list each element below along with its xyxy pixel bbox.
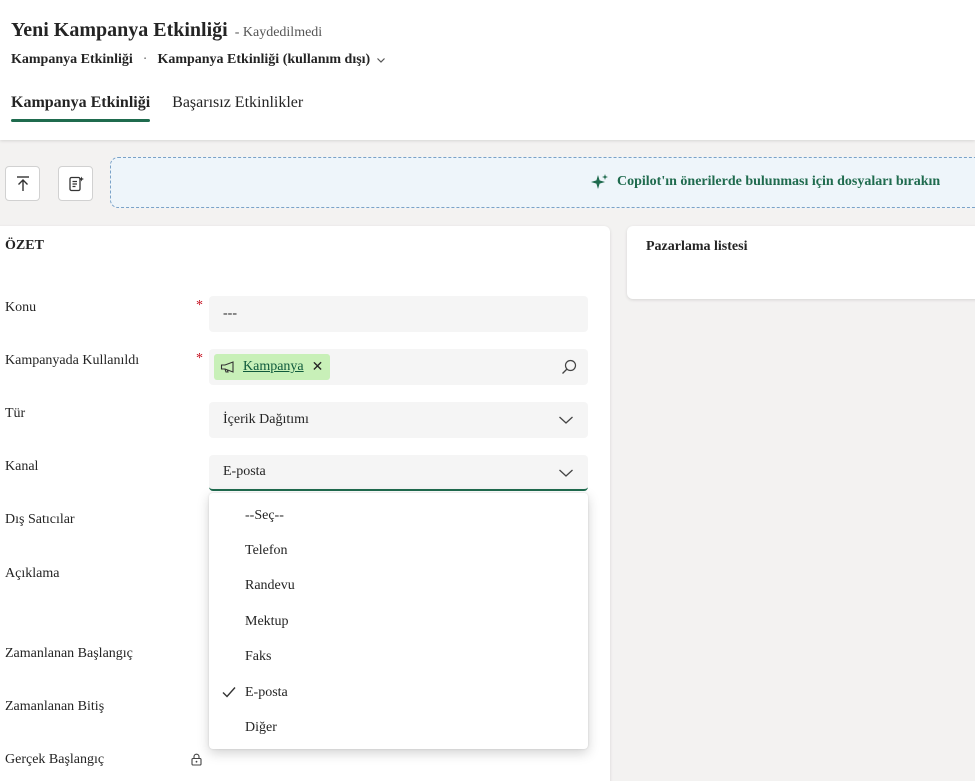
chevron-down-icon bbox=[558, 414, 574, 426]
form-selector[interactable]: Kampanya Etkinliği (kullanım dışı) bbox=[157, 52, 370, 68]
channel-label: Kanal bbox=[5, 459, 39, 474]
subject-label: Konu bbox=[5, 300, 37, 315]
lock-icon bbox=[191, 753, 202, 766]
channel-select[interactable]: E-posta bbox=[209, 455, 588, 491]
vendors-label: Dış Satıcılar bbox=[5, 512, 75, 527]
title-row: Yeni Kampanya Etkinliği - Kaydedilmedi bbox=[11, 19, 322, 42]
copilot-dropzone[interactable]: Copilot'ın önerilerde bulunması için dos… bbox=[110, 157, 975, 208]
channel-value: E-posta bbox=[223, 464, 266, 479]
breadcrumb-entity: Kampanya Etkinliği bbox=[11, 52, 133, 67]
dropzone-text: Copilot'ın önerilerde bulunması için dos… bbox=[617, 174, 941, 189]
summary-title: ÖZET bbox=[5, 238, 44, 253]
megaphone-icon bbox=[220, 361, 237, 373]
option-label: E-posta bbox=[245, 684, 288, 700]
description-label: Açıklama bbox=[5, 566, 60, 581]
remove-tag-icon[interactable]: ✕ bbox=[312, 359, 324, 376]
option-email[interactable]: E-posta bbox=[209, 675, 588, 710]
option-label: Mektup bbox=[245, 613, 289, 629]
tab-failed-activities[interactable]: Başarısız Etkinlikler bbox=[172, 94, 303, 130]
dropzone-content: Copilot'ın önerilerde bulunması için dos… bbox=[591, 173, 940, 191]
option-label: --Seç-- bbox=[245, 507, 284, 523]
upload-button[interactable] bbox=[5, 166, 40, 201]
subject-required-mark: * bbox=[196, 298, 203, 313]
page-title: Yeni Kampanya Etkinliği bbox=[11, 19, 228, 41]
search-icon[interactable] bbox=[560, 358, 578, 376]
campaign-tag-label[interactable]: Kampanya bbox=[243, 359, 304, 375]
chevron-down-icon[interactable] bbox=[376, 55, 386, 65]
option-fax[interactable]: Faks bbox=[209, 640, 588, 675]
campaign-required-mark: * bbox=[196, 351, 203, 366]
form-assist-button[interactable] bbox=[58, 166, 93, 201]
option-label: Diğer bbox=[245, 720, 277, 736]
type-value: İçerik Dağıtımı bbox=[223, 412, 309, 427]
chevron-down-icon bbox=[558, 467, 574, 479]
marketing-list-title: Pazarlama listesi bbox=[646, 239, 748, 254]
sparkle-icon bbox=[591, 173, 609, 191]
type-select[interactable]: İçerik Dağıtımı bbox=[209, 402, 588, 438]
subject-input[interactable]: --- bbox=[209, 296, 588, 332]
option-appointment[interactable]: Randevu bbox=[209, 569, 588, 604]
subject-value: --- bbox=[223, 306, 237, 321]
scheduled-end-label: Zamanlanan Bitiş bbox=[5, 699, 105, 714]
type-label: Tür bbox=[5, 406, 26, 421]
campaign-lookup[interactable]: Kampanya ✕ bbox=[209, 349, 588, 385]
tab-campaign-activity[interactable]: Kampanya Etkinliği bbox=[11, 94, 151, 130]
option-label: Telefon bbox=[245, 543, 288, 559]
option-label: Randevu bbox=[245, 578, 295, 594]
breadcrumb-separator: · bbox=[142, 52, 148, 67]
option-letter[interactable]: Mektup bbox=[209, 604, 588, 639]
campaign-label: Kampanyada Kullanıldı bbox=[5, 353, 140, 368]
tab-list: Kampanya Etkinliği Başarısız Etkinlikler bbox=[11, 94, 325, 130]
save-status: - Kaydedilmedi bbox=[234, 25, 323, 40]
option-phone[interactable]: Telefon bbox=[209, 533, 588, 568]
option-select[interactable]: --Seç-- bbox=[209, 498, 588, 533]
option-label: Faks bbox=[245, 649, 272, 665]
form-assist-icon bbox=[67, 175, 85, 193]
breadcrumb: Kampanya Etkinliği · Kampanya Etkinliği … bbox=[11, 52, 386, 68]
actual-start-label: Gerçek Başlangıç bbox=[5, 752, 105, 767]
checkmark-icon bbox=[222, 686, 236, 698]
scheduled-start-label: Zamanlanan Başlangıç bbox=[5, 646, 133, 661]
page-header: Yeni Kampanya Etkinliği - Kaydedilmedi K… bbox=[0, 0, 975, 140]
campaign-tag[interactable]: Kampanya ✕ bbox=[214, 354, 331, 380]
marketing-list-card: Pazarlama listesi bbox=[627, 226, 975, 299]
upload-icon bbox=[15, 175, 31, 193]
channel-dropdown-list: --Seç-- Telefon Randevu Mektup Faks E-po… bbox=[209, 493, 588, 749]
option-other[interactable]: Diğer bbox=[209, 710, 588, 745]
